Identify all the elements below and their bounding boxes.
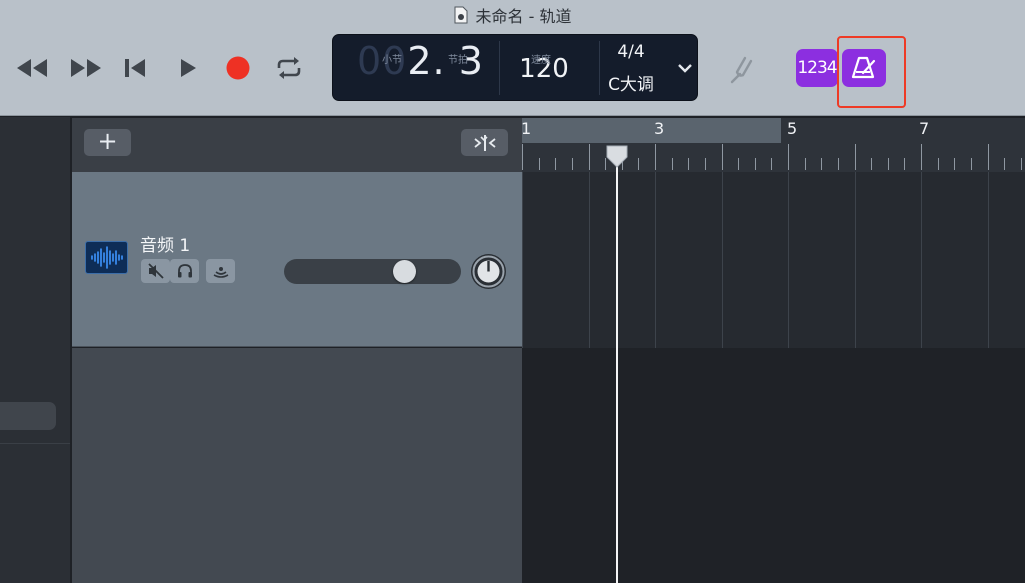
waveform-icon xyxy=(91,246,123,269)
library-panel-divider xyxy=(0,443,70,444)
collapse-tracks-icon xyxy=(473,134,496,151)
track-name[interactable]: 音频 1 xyxy=(140,231,190,256)
volume-slider[interactable] xyxy=(284,259,461,284)
lcd-mode-menu-button[interactable] xyxy=(674,58,696,78)
track-filter-button[interactable] xyxy=(461,129,508,156)
add-track-button[interactable]: + xyxy=(84,129,131,156)
pan-knob[interactable] xyxy=(471,254,506,289)
position-value: 2. 3 xyxy=(407,39,484,83)
ruler-ticks xyxy=(522,144,1022,170)
chevron-down-icon xyxy=(678,64,692,73)
volume-slider-handle[interactable] xyxy=(393,260,417,283)
solo-button[interactable] xyxy=(170,259,199,283)
window-title-bar: 未命名 - 轨道 xyxy=(0,4,1025,26)
cycle-loop-icon xyxy=(277,57,301,79)
playhead-line[interactable] xyxy=(616,146,618,583)
fast-forward-icon xyxy=(71,59,101,77)
window-title: 未命名 - 轨道 xyxy=(475,7,572,26)
library-panel-edge xyxy=(0,117,70,583)
pan-knob-dial-icon xyxy=(472,255,505,288)
rewind-button[interactable] xyxy=(14,52,50,84)
count-in-button[interactable]: 1234 xyxy=(796,49,838,87)
bar-label: 小节 xyxy=(382,55,402,66)
input-monitoring-icon xyxy=(213,267,228,278)
play-icon xyxy=(181,59,196,77)
tuner-button[interactable] xyxy=(724,52,754,84)
count-in-label: 1234 xyxy=(797,58,837,78)
track-header-toolbar xyxy=(72,118,522,172)
headphones-icon xyxy=(177,264,192,278)
rewind-icon xyxy=(17,59,47,77)
plus-icon: + xyxy=(97,127,118,155)
cycle-button[interactable] xyxy=(271,52,307,84)
record-button[interactable] xyxy=(220,52,256,84)
audio-track-icon xyxy=(85,241,128,274)
empty-timeline-area xyxy=(522,348,1025,583)
record-icon xyxy=(226,56,250,80)
playhead-marker-icon xyxy=(606,145,628,168)
fast-forward-button[interactable] xyxy=(68,52,104,84)
tempo-label: 速度 xyxy=(531,55,551,66)
empty-track-list-area xyxy=(72,348,522,583)
library-panel-control[interactable] xyxy=(0,402,56,430)
key-signature[interactable]: C大调 xyxy=(598,70,664,95)
metronome-highlight-box xyxy=(837,36,906,108)
skip-to-start-icon xyxy=(125,59,145,77)
beat-label: 节拍 xyxy=(448,55,468,66)
input-monitor-button[interactable] xyxy=(206,259,235,283)
speaker-muted-icon xyxy=(147,263,164,279)
bar-grid-lines xyxy=(522,172,989,348)
go-to-start-button[interactable] xyxy=(117,52,153,84)
track-region-lane[interactable] xyxy=(522,172,1025,348)
mute-button[interactable] xyxy=(141,259,170,283)
playhead-handle[interactable] xyxy=(605,145,629,169)
play-button[interactable] xyxy=(170,52,206,84)
tuning-fork-icon xyxy=(730,56,753,84)
toolbar: 未命名 - 轨道 002. 3 小节 节拍 120 速度 4/4 C大调 123… xyxy=(0,0,1025,116)
document-icon xyxy=(454,6,468,24)
time-signature[interactable]: 4/4 xyxy=(602,42,660,62)
